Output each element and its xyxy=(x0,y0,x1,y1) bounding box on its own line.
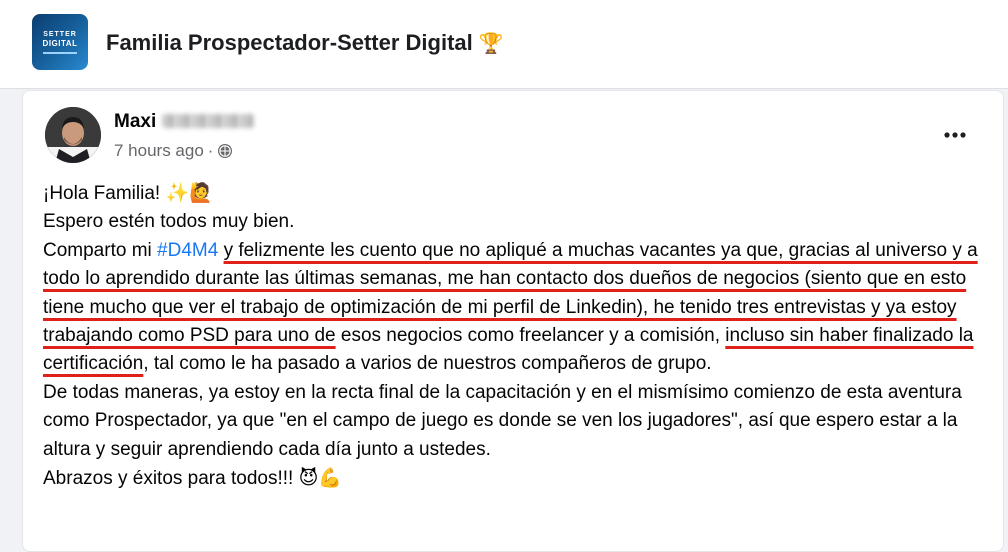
post-line-2: Espero estén todos muy bien. xyxy=(43,211,295,233)
p3-intro: Comparto mi xyxy=(43,239,158,261)
greeting-text: ¡Hola Familia! xyxy=(43,183,166,204)
avatar[interactable] xyxy=(45,107,101,163)
logo-text-top: SETTER xyxy=(43,30,77,38)
redacted-last-name xyxy=(162,114,255,128)
group-logo[interactable]: SETTER DIGITAL xyxy=(32,14,88,70)
group-title-text: Familia Prospectador-Setter Digital xyxy=(106,30,473,55)
post-meta: 7 hours ago · xyxy=(114,141,233,161)
avatar-photo xyxy=(45,107,101,163)
group-title[interactable]: Familia Prospectador-Setter Digital 🏆 xyxy=(106,30,504,56)
logo-text-bottom: DIGITAL xyxy=(42,38,78,48)
post-paragraph-3: Comparto mi #D4M4 y felizmente les cuent… xyxy=(43,237,983,379)
trophy-icon: 🏆 xyxy=(478,31,504,55)
post-body: ¡Hola Familia! ✨🙋 Espero estén todos muy… xyxy=(43,179,983,493)
logo-bar xyxy=(43,51,77,54)
more-options-button[interactable] xyxy=(941,121,969,149)
author-first-name: Maxi xyxy=(114,111,157,132)
p3-middle: esos negocios como freelancer y a comisi… xyxy=(335,325,726,347)
p3-end: , tal como le ha pasado a varios de nues… xyxy=(143,353,712,375)
group-header: SETTER DIGITAL Familia Prospectador-Sett… xyxy=(0,0,1008,89)
closing-emoji-icon: 😈💪 xyxy=(298,467,343,490)
post-timestamp[interactable]: 7 hours ago xyxy=(114,141,204,161)
closing-text: Abrazos y éxitos para todos!!! xyxy=(43,468,299,490)
post-closing: Abrazos y éxitos para todos!!! 😈💪 xyxy=(43,464,983,493)
hashtag-link[interactable]: #D4M4 xyxy=(157,240,218,261)
globe-icon xyxy=(217,143,233,159)
post-paragraph-4: De todas maneras, ya estoy en la recta f… xyxy=(43,381,962,460)
author-name[interactable]: Maxi xyxy=(114,111,255,133)
post-greeting: ¡Hola Familia! ✨🙋 xyxy=(43,179,983,208)
greeting-emoji-icon: ✨🙋 xyxy=(165,182,213,204)
meta-separator: · xyxy=(207,141,214,160)
post-card: Maxi 7 hours ago · ¡Hola Familia! ✨🙋 Esp… xyxy=(22,90,1004,552)
more-options-icon xyxy=(944,132,966,138)
